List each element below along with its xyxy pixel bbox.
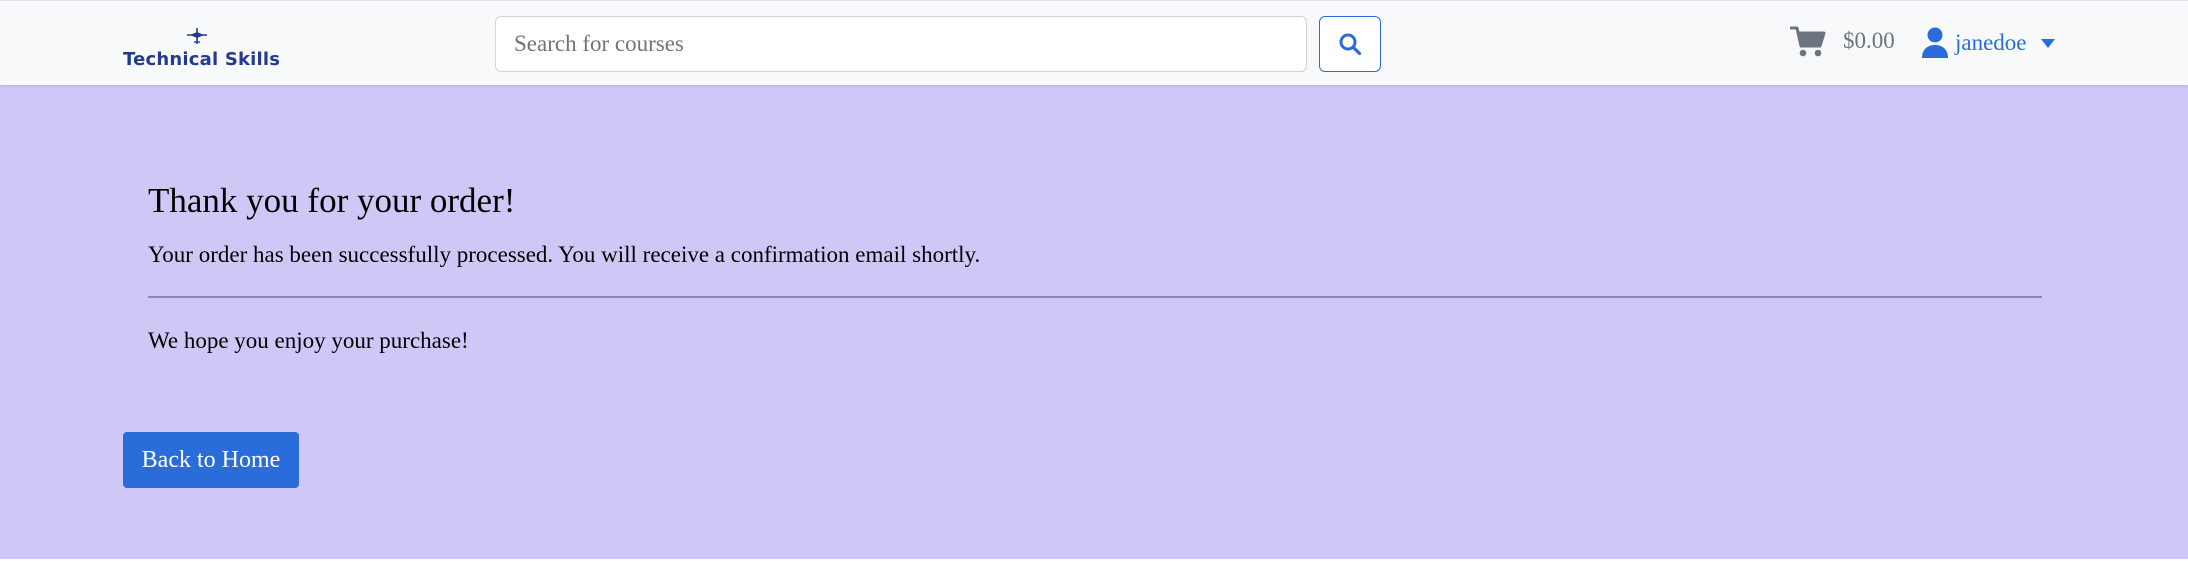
search-button[interactable] <box>1319 16 1381 72</box>
user-icon <box>1922 27 1948 58</box>
user-menu-toggle[interactable]: janedoe <box>1921 25 2055 61</box>
top-navbar: Technical Skills $0.00 janedoe <box>0 0 2188 85</box>
search-input[interactable] <box>495 16 1307 72</box>
order-confirmation-section: Thank you for your order! Your order has… <box>0 85 2188 559</box>
brand-link[interactable]: Technical Skills <box>123 25 281 73</box>
caret-down-icon <box>2040 38 2055 48</box>
brand-name: Technical Skills <box>123 49 281 70</box>
plane-logo-icon <box>187 28 207 44</box>
username: janedoe <box>1955 30 2027 55</box>
search-icon <box>1339 33 1362 56</box>
page-title: Thank you for your order! <box>148 181 516 220</box>
closing-message: We hope you enjoy your purchase! <box>148 328 469 353</box>
cart-icon[interactable] <box>1790 25 1826 59</box>
back-to-home-button[interactable]: Back to Home <box>123 432 299 488</box>
cart-total[interactable]: $0.00 <box>1843 28 1895 54</box>
confirmation-message: Your order has been successfully process… <box>148 242 981 267</box>
divider <box>148 296 2042 298</box>
